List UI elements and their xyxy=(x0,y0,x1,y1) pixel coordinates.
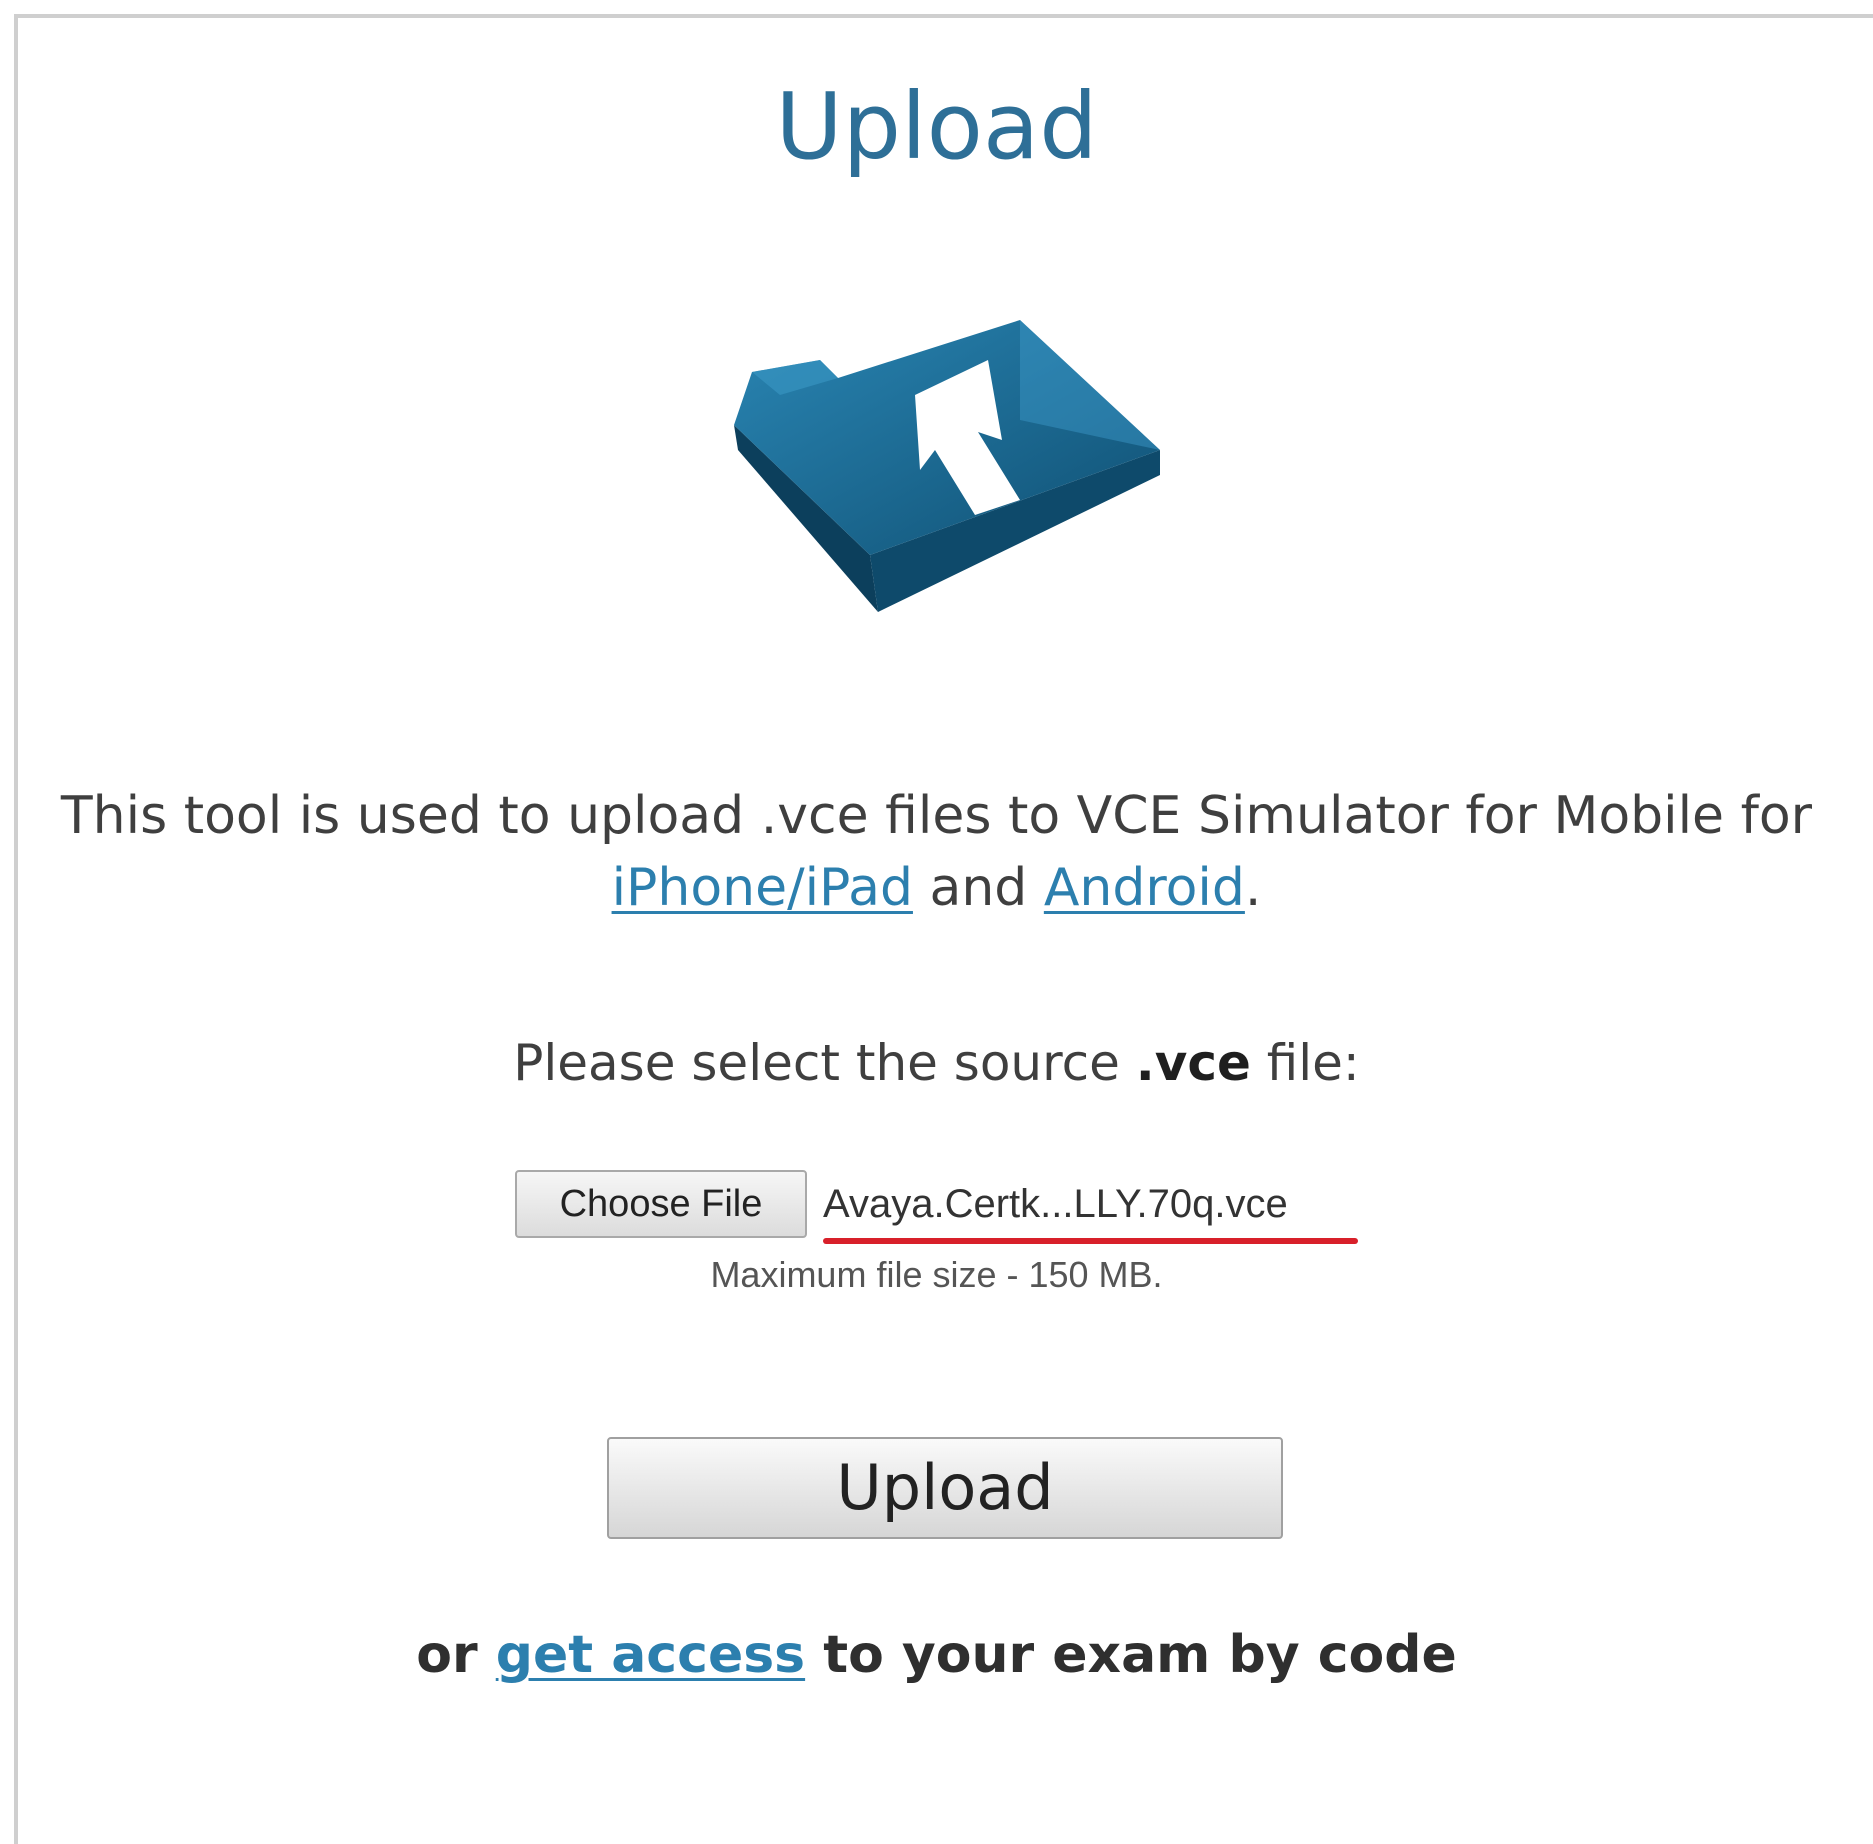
select-file-label: Please select the source .vce file: xyxy=(0,1028,1873,1098)
file-name-highlight xyxy=(823,1238,1358,1244)
iphone-ipad-link[interactable]: iPhone/iPad xyxy=(612,858,913,918)
page-title: Upload xyxy=(775,73,1098,180)
tool-description: This tool is used to upload .vce files t… xyxy=(0,780,1873,924)
choose-file-button[interactable]: Choose File xyxy=(515,1170,807,1238)
select-label-extension: .vce xyxy=(1135,1034,1251,1092)
select-label-suffix: file: xyxy=(1250,1034,1360,1092)
selected-file-name: Avaya.Certk...LLY.70q.vce xyxy=(823,1182,1288,1226)
access-suffix: to your exam by code xyxy=(805,1625,1457,1685)
max-file-size-note: Maximum file size - 150 MB. xyxy=(710,1254,1163,1295)
description-and: and xyxy=(912,858,1044,918)
select-label-prefix: Please select the source xyxy=(513,1034,1136,1092)
android-link[interactable]: Android xyxy=(1044,858,1245,918)
description-period: . xyxy=(1244,858,1262,918)
get-access-link[interactable]: get access xyxy=(496,1625,805,1685)
upload-panel xyxy=(14,14,1873,1844)
folder-upload-icon xyxy=(734,320,1160,612)
description-text: This tool is used to upload .vce files t… xyxy=(60,786,1813,846)
file-input[interactable]: Choose File Avaya.Certk...LLY.70q.vce xyxy=(515,1170,1415,1244)
upload-button[interactable]: Upload xyxy=(607,1437,1283,1539)
access-prefix: or xyxy=(416,1625,496,1685)
access-by-code-line: or get access to your exam by code xyxy=(0,1620,1873,1690)
